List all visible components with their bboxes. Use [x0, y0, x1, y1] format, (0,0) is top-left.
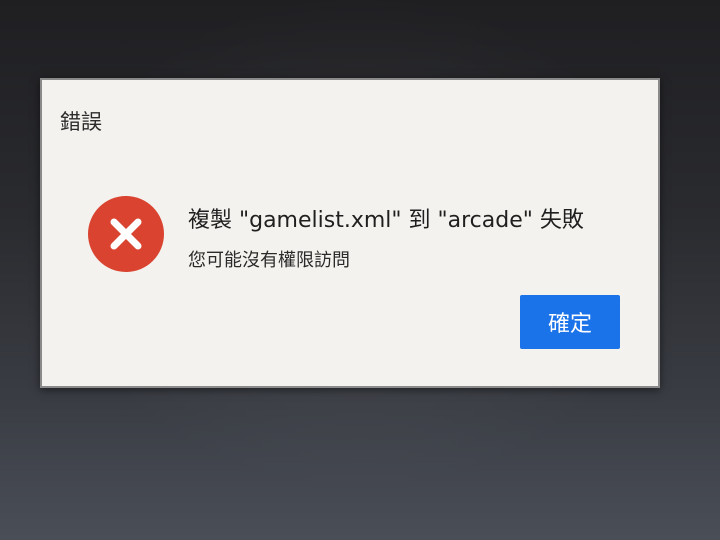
- ok-button[interactable]: 確定: [520, 295, 620, 349]
- error-detail: 您可能沒有權限訪問: [188, 250, 350, 271]
- error-message: 複製 "gamelist.xml" 到 "arcade" 失敗: [188, 208, 584, 233]
- x-mark-glyph: [110, 218, 142, 250]
- error-dialog: 錯誤 複製 "gamelist.xml" 到 "arcade" 失敗 您可能沒有…: [40, 78, 660, 388]
- error-x-icon: [88, 196, 164, 272]
- dialog-title: 錯誤: [60, 110, 102, 134]
